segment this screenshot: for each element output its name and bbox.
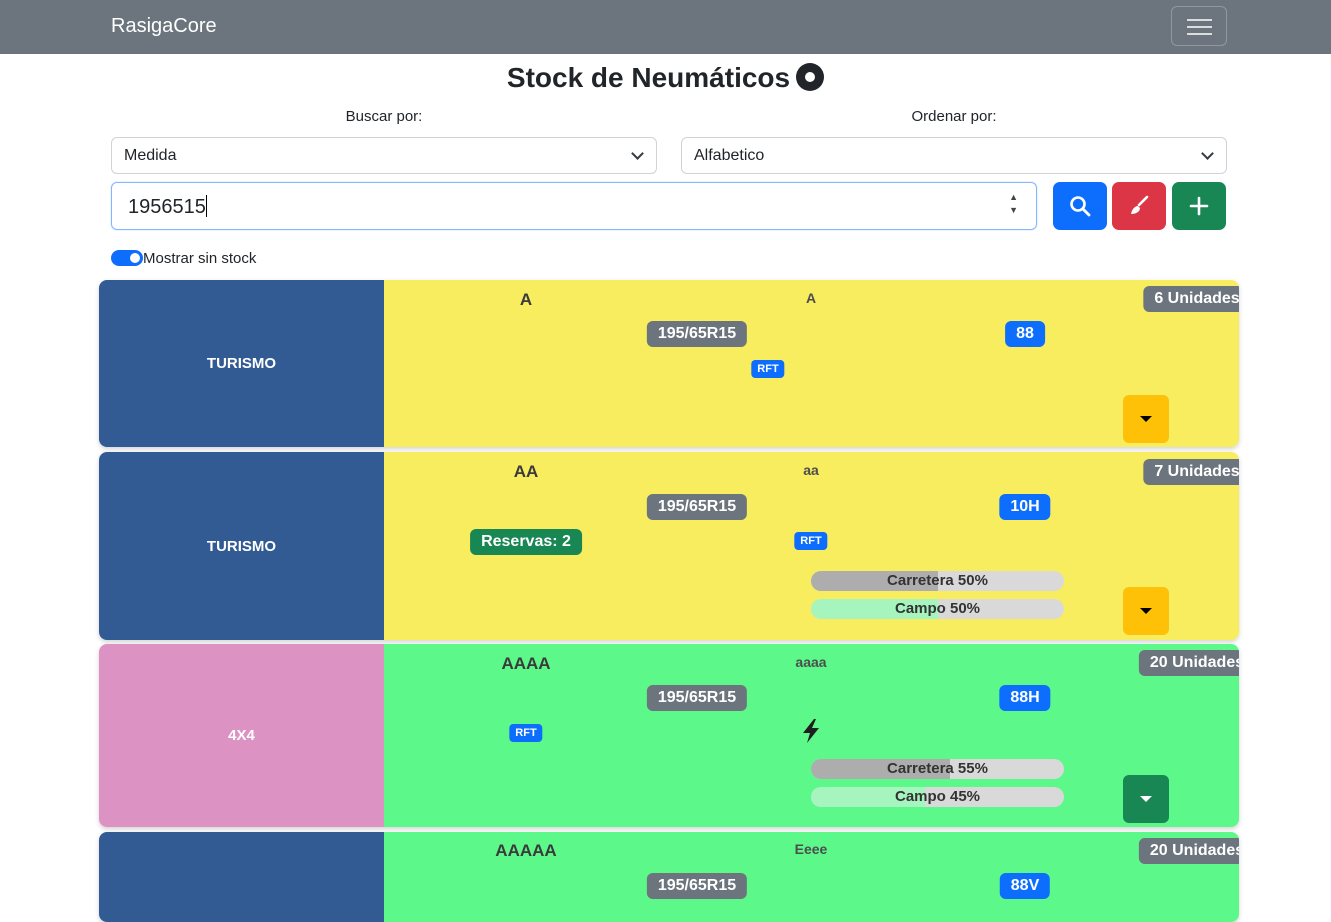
show-no-stock-label: Mostrar sin stock [143, 250, 257, 267]
hamburger-icon [1187, 19, 1212, 21]
tire-brand: A [519, 290, 533, 309]
units-badge: 6 Unidades [1143, 286, 1239, 312]
hamburger-icon-bar [1187, 26, 1212, 28]
tire-model: aa [803, 462, 819, 478]
load-index-badge: 88V [999, 873, 1051, 899]
tire-brand: AAAA [501, 654, 551, 673]
field-usage-bar: Campo 50% [811, 599, 1064, 619]
search-by-select[interactable]: Medida [111, 137, 657, 174]
add-button[interactable] [1172, 182, 1226, 230]
card-body: AAAAA Eeee 20 Unidades 195/65R15 88V [384, 832, 1239, 922]
load-index-badge: 88H [999, 685, 1051, 711]
order-by-label: Ordenar por: [911, 108, 997, 125]
load-index-badge: 10H [999, 494, 1051, 520]
category-panel: 4X4 [99, 644, 384, 827]
tire-card[interactable]: TURISMO AA aa 7 Unidades 195/65R15 10H R… [99, 452, 1239, 640]
category-label: TURISMO [206, 537, 277, 555]
field-usage-label: Campo 45% [894, 788, 981, 805]
expand-button[interactable] [1123, 587, 1169, 635]
navbar: RasigaCore [0, 0, 1331, 54]
page-title-text: Stock de Neumáticos [506, 62, 791, 93]
search-icon [1070, 196, 1091, 217]
tire-card[interactable]: AAAAA Eeee 20 Unidades 195/65R15 88V [99, 832, 1239, 922]
reservations-badge: Reservas: 2 [470, 529, 582, 555]
category-panel: TURISMO [99, 280, 384, 447]
size-badge: 195/65R15 [646, 685, 748, 711]
card-body: A A 6 Unidades 195/65R15 88 RFT [384, 280, 1239, 447]
expand-button[interactable] [1123, 395, 1169, 443]
tire-card[interactable]: TURISMO A A 6 Unidades 195/65R15 88 RFT [99, 280, 1239, 447]
broom-icon [1131, 195, 1149, 214]
road-usage-bar: Carretera 50% [811, 571, 1064, 591]
category-label: 4X4 [228, 727, 255, 744]
search-input-value: 1956515 [128, 196, 206, 218]
search-button[interactable] [1053, 182, 1107, 230]
order-by-value: Alfabetico [694, 147, 765, 164]
number-spinner[interactable]: ▲ ▼ [1009, 191, 1018, 217]
rft-badge: RFT [751, 360, 785, 378]
road-usage-bar: Carretera 55% [811, 759, 1064, 779]
size-badge: 195/65R15 [646, 873, 748, 899]
road-usage-label: Carretera 50% [887, 572, 988, 589]
tire-brand: AA [513, 462, 539, 481]
record-icon [796, 63, 825, 91]
card-body: AA aa 7 Unidades 195/65R15 10H Reservas:… [384, 452, 1239, 640]
category-label: TURISMO [206, 355, 277, 372]
tire-model: Eeee [794, 841, 828, 857]
card-body: AAAA aaaa 20 Unidades 195/65R15 88H RFT … [384, 644, 1239, 827]
clear-button[interactable] [1112, 182, 1166, 230]
page-title: Stock de Neumáticos [0, 62, 1331, 94]
plus-icon [1189, 196, 1209, 216]
search-by-value: Medida [124, 147, 177, 164]
text-caret [205, 195, 207, 217]
load-index-badge: 88 [1005, 321, 1045, 347]
category-panel: TURISMO [99, 452, 384, 640]
expand-button[interactable] [1123, 775, 1169, 823]
navbar-brand[interactable]: RasigaCore [111, 15, 217, 38]
road-usage-label: Carretera 55% [887, 760, 988, 777]
tire-model: aaaa [795, 654, 827, 670]
tire-model: A [805, 290, 817, 306]
hamburger-icon-bar [1187, 33, 1212, 35]
category-panel [99, 832, 384, 922]
show-no-stock-toggle[interactable] [111, 250, 143, 266]
units-badge: 20 Unidades [1138, 838, 1239, 864]
units-badge: 20 Unidades [1138, 650, 1239, 676]
chevron-down-icon [1201, 147, 1214, 160]
chevron-down-icon [631, 147, 644, 160]
search-input[interactable]: 1956515 ▲ ▼ [111, 182, 1037, 230]
lightning-icon [803, 719, 819, 743]
tire-brand: AAAAA [495, 841, 557, 860]
navbar-toggler-button[interactable] [1171, 6, 1227, 46]
size-badge: 195/65R15 [646, 494, 748, 520]
units-badge: 7 Unidades [1143, 459, 1239, 485]
field-usage-label: Campo 50% [894, 600, 981, 617]
size-badge: 195/65R15 [646, 321, 748, 347]
search-by-label: Buscar por: [345, 108, 423, 125]
field-usage-bar: Campo 45% [811, 787, 1064, 807]
order-by-select[interactable]: Alfabetico [681, 137, 1227, 174]
tire-card[interactable]: 4X4 AAAA aaaa 20 Unidades 195/65R15 88H … [99, 644, 1239, 827]
rft-badge: RFT [509, 724, 543, 742]
rft-badge: RFT [794, 532, 828, 550]
